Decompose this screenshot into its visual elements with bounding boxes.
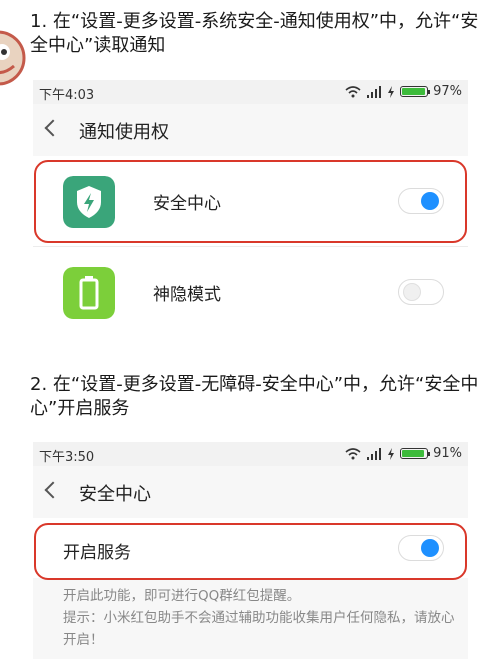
status-time: 下午4:03 [39, 88, 95, 103]
back-arrow-icon[interactable] [44, 119, 62, 137]
title-bar: 安全中心 [33, 466, 468, 518]
wifi-icon [345, 447, 361, 459]
list-item-stealth-mode[interactable]: 神隐模式 [33, 246, 468, 337]
charging-icon [388, 85, 395, 98]
title-bar: 通知使用权 [33, 104, 468, 156]
status-bar: 下午4:03 97% [33, 80, 468, 104]
battery-icon [400, 448, 431, 459]
status-bar: 下午3:50 91% [33, 442, 468, 466]
wifi-icon [345, 85, 361, 97]
page-title: 安全中心 [79, 484, 151, 505]
status-icons: 97% [345, 84, 462, 99]
service-description: 开启此功能，即可进行QQ群红包提醒。 [63, 588, 301, 604]
privacy-notice: 提示：小米红包助手不会通过辅助功能收集用户任何隐私，请放心开启！ [63, 610, 455, 648]
stealth-mode-toggle[interactable] [398, 279, 444, 305]
step1-instruction: 1. 在“设置-更多设置-系统安全-通知使用权”中，允许“安全中心”读取通知 [30, 11, 479, 56]
battery-icon [63, 267, 115, 319]
battery-percent: 97% [433, 84, 462, 99]
status-icons: 91% [345, 446, 462, 461]
status-time: 下午3:50 [39, 450, 95, 465]
signal-icon [367, 447, 382, 460]
page-title: 通知使用权 [79, 122, 169, 143]
back-arrow-icon[interactable] [44, 481, 62, 499]
charging-icon [388, 447, 395, 460]
step2-instruction: 2. 在“设置-更多设置-无障碍-安全中心”中，允许“安全中心”开启服务 [30, 374, 479, 419]
avatar-sticker [0, 30, 26, 86]
item-label: 神隐模式 [153, 285, 221, 305]
signal-icon [367, 85, 382, 98]
highlight-box [34, 523, 467, 580]
battery-icon [400, 86, 431, 97]
highlight-box [34, 160, 467, 243]
battery-percent: 91% [433, 446, 462, 461]
